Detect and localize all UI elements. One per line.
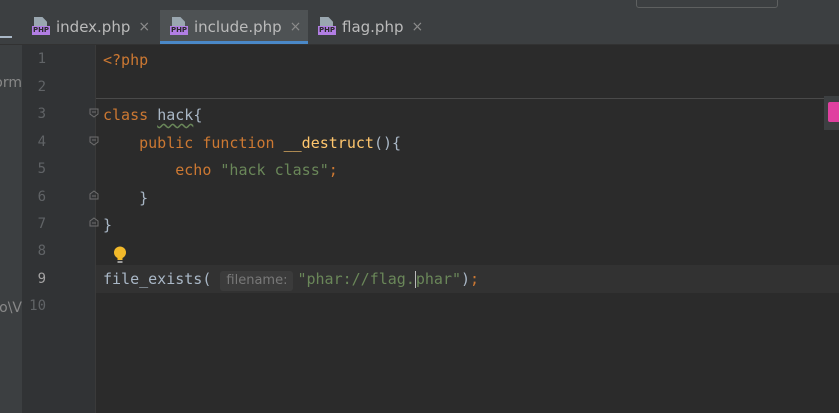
line-number: 2	[37, 79, 46, 95]
tab-flag-php[interactable]: PHP flag.php ×	[318, 10, 428, 44]
code-line-7[interactable]: }	[103, 215, 112, 235]
close-icon[interactable]: ×	[411, 19, 423, 35]
line-number: 4	[37, 134, 46, 150]
collapse-panel-icon[interactable]	[0, 36, 12, 38]
panel-text-fragment: orm	[0, 75, 22, 91]
parameter-hint: filename:	[220, 271, 294, 291]
php-file-icon: PHP	[32, 17, 50, 37]
method-separator	[96, 98, 839, 99]
phpstorm-badge-icon[interactable]	[824, 96, 839, 130]
tab-label: flag.php	[342, 18, 404, 36]
line-number: 7	[37, 216, 46, 232]
line-number: 3	[37, 106, 46, 122]
tab-index-php[interactable]: PHP index.php ×	[32, 10, 156, 44]
line-number: 6	[37, 189, 46, 205]
code-line-1[interactable]: <?php	[103, 50, 148, 70]
line-number: 5	[37, 161, 46, 177]
close-icon[interactable]: ×	[290, 19, 302, 35]
fold-close-icon[interactable]	[89, 190, 99, 200]
tab-label: index.php	[56, 18, 131, 36]
code-line-9[interactable]: file_exists( filename: "phar://flag.phar"…	[103, 269, 479, 291]
lightbulb-icon[interactable]	[113, 246, 127, 264]
line-number: 1	[37, 51, 46, 67]
tab-include-php[interactable]: PHP include.php ×	[160, 10, 308, 44]
code-line-4[interactable]: public function __destruct(){	[103, 133, 401, 153]
close-icon[interactable]: ×	[138, 19, 150, 35]
code-line-5[interactable]: echo "hack class";	[103, 160, 338, 180]
line-number: 8	[37, 243, 46, 259]
tab-label: include.php	[194, 18, 282, 36]
panel-text-fragment: o\V	[0, 300, 22, 316]
project-panel-edge[interactable]: orm o\V	[0, 45, 22, 413]
run-config-selector[interactable]	[636, 0, 778, 8]
line-number-current: 9	[37, 271, 46, 287]
editor-tab-bar: PHP index.php × PHP include.php × PHP fl…	[0, 10, 839, 45]
line-number: 10	[29, 298, 46, 314]
code-line-6[interactable]: }	[103, 188, 148, 208]
php-file-icon: PHP	[170, 17, 188, 37]
fold-open-icon[interactable]	[89, 136, 99, 146]
php-file-icon: PHP	[318, 17, 336, 37]
title-bar	[0, 0, 839, 10]
fold-open-icon[interactable]	[89, 108, 99, 118]
fold-close-icon[interactable]	[89, 217, 99, 227]
code-line-3[interactable]: class hack{	[103, 105, 202, 125]
